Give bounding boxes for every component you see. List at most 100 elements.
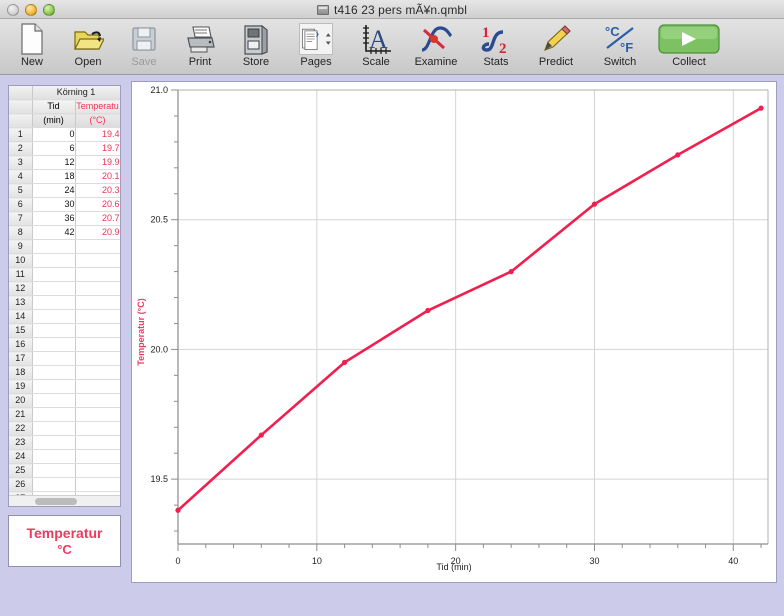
- cell-tid[interactable]: [32, 393, 76, 408]
- toolbar-button-collect[interactable]: Collect: [652, 22, 726, 74]
- toolbar-button-open[interactable]: Open: [60, 22, 116, 74]
- cell-temperatur[interactable]: [75, 365, 120, 380]
- cell-temperatur[interactable]: 20.7: [75, 211, 120, 226]
- cell-temperatur[interactable]: 19.4: [75, 127, 120, 142]
- table-row[interactable]: 8 42 20.9: [9, 225, 120, 240]
- table-row[interactable]: 20: [9, 393, 120, 408]
- table-row[interactable]: 10: [9, 253, 120, 268]
- table-row[interactable]: 3 12 19.9: [9, 155, 120, 170]
- table-row[interactable]: 17: [9, 351, 120, 366]
- cell-tid[interactable]: [32, 281, 76, 296]
- toolbar-button-new[interactable]: New: [4, 22, 60, 74]
- table-row[interactable]: 1 0 19.4: [9, 127, 120, 142]
- column-header-tid[interactable]: Tid: [32, 99, 76, 114]
- table-row[interactable]: 14: [9, 309, 120, 324]
- temperature-line-chart[interactable]: 0 10 20 30 4019.520.020.521.0 Tid (min) Temp…: [132, 82, 776, 582]
- cell-temperatur[interactable]: [75, 449, 120, 464]
- cell-tid[interactable]: [32, 463, 76, 478]
- cell-tid[interactable]: [32, 323, 76, 338]
- toolbar-button-save[interactable]: Save: [116, 22, 172, 74]
- cell-tid[interactable]: [32, 449, 76, 464]
- table-row[interactable]: 5 24 20.3: [9, 183, 120, 198]
- cell-tid[interactable]: 42: [32, 225, 76, 240]
- table-row[interactable]: 24: [9, 449, 120, 464]
- cell-temperatur[interactable]: 20.6: [75, 197, 120, 212]
- data-point[interactable]: [341, 359, 348, 365]
- table-row[interactable]: 26: [9, 477, 120, 492]
- cell-temperatur[interactable]: 20.3: [75, 183, 120, 198]
- data-point[interactable]: [675, 152, 681, 158]
- cell-temperatur[interactable]: [75, 379, 120, 394]
- cell-tid[interactable]: [32, 477, 76, 492]
- graph-panel[interactable]: 0 10 20 30 40 19.5 20.0 20.5 21.0 Tid (min) Temp…: [131, 81, 777, 583]
- toolbar-button-print[interactable]: Print: [172, 22, 228, 74]
- cell-temperatur[interactable]: [75, 435, 120, 450]
- data-point[interactable]: [425, 307, 431, 314]
- cell-tid[interactable]: 6: [32, 141, 76, 156]
- cell-tid[interactable]: 18: [32, 169, 76, 184]
- table-row[interactable]: 21: [9, 407, 120, 422]
- cell-tid[interactable]: [32, 253, 76, 268]
- cell-temperatur[interactable]: [75, 253, 120, 268]
- cell-temperatur[interactable]: [75, 323, 120, 338]
- cell-temperatur[interactable]: [75, 463, 120, 478]
- cell-temperatur[interactable]: [75, 393, 120, 408]
- cell-tid[interactable]: [32, 407, 76, 422]
- toolbar-button-stats[interactable]: 1 2 Stats: [468, 22, 524, 74]
- temperature-meter[interactable]: Temperatur °C: [8, 515, 121, 567]
- cell-temperatur[interactable]: [75, 421, 120, 436]
- table-row[interactable]: 12: [9, 281, 120, 296]
- cell-tid[interactable]: [32, 295, 76, 310]
- cell-tid[interactable]: 24: [32, 183, 76, 198]
- table-row[interactable]: 2 6 19.7: [9, 141, 120, 156]
- table-row[interactable]: 13: [9, 295, 120, 310]
- data-point[interactable]: [758, 105, 764, 111]
- cell-tid[interactable]: [32, 239, 76, 254]
- table-row[interactable]: 19: [9, 379, 120, 394]
- cell-temperatur[interactable]: [75, 309, 120, 324]
- cell-tid[interactable]: [32, 309, 76, 324]
- table-row[interactable]: 11: [9, 267, 120, 282]
- cell-tid[interactable]: [32, 435, 76, 450]
- cell-temperatur[interactable]: [75, 351, 120, 366]
- toolbar-button-examine[interactable]: Examine: [404, 22, 468, 74]
- table-row[interactable]: 6 30 20.6: [9, 197, 120, 212]
- data-point[interactable]: [508, 269, 514, 275]
- cell-temperatur[interactable]: [75, 477, 120, 492]
- table-row[interactable]: 22: [9, 421, 120, 436]
- cell-temperatur[interactable]: [75, 337, 120, 352]
- cell-tid[interactable]: [32, 421, 76, 436]
- toolbar-button-predict[interactable]: Predict: [524, 22, 588, 74]
- cell-tid[interactable]: [32, 365, 76, 380]
- cell-temperatur[interactable]: [75, 239, 120, 254]
- cell-tid[interactable]: [32, 267, 76, 282]
- cell-temperatur[interactable]: 19.9: [75, 155, 120, 170]
- cell-temperatur[interactable]: [75, 295, 120, 310]
- cell-temperatur[interactable]: [75, 281, 120, 296]
- table-row[interactable]: 15: [9, 323, 120, 338]
- table-row[interactable]: 25: [9, 463, 120, 478]
- data-point[interactable]: [258, 432, 264, 438]
- table-row[interactable]: 7 36 20.7: [9, 211, 120, 226]
- cell-tid[interactable]: [32, 351, 76, 366]
- cell-tid[interactable]: 0: [32, 127, 76, 142]
- cell-tid[interactable]: 12: [32, 155, 76, 170]
- data-point[interactable]: [175, 507, 181, 513]
- table-row[interactable]: 4 18 20.1: [9, 169, 120, 184]
- table-row[interactable]: 23: [9, 435, 120, 450]
- cell-tid[interactable]: [32, 337, 76, 352]
- cell-temperatur[interactable]: 19.7: [75, 141, 120, 156]
- cell-tid[interactable]: [32, 379, 76, 394]
- table-row[interactable]: 9: [9, 239, 120, 254]
- data-point[interactable]: [591, 201, 598, 207]
- toolbar-button-switch[interactable]: °C °F Switch: [588, 22, 652, 74]
- toolbar-button-scale[interactable]: A Scale: [348, 22, 404, 74]
- table-row[interactable]: 16: [9, 337, 120, 352]
- table-horizontal-scrollbar[interactable]: [9, 495, 120, 506]
- toolbar-button-store[interactable]: Store: [228, 22, 284, 74]
- cell-temperatur[interactable]: [75, 407, 120, 422]
- cell-temperatur[interactable]: 20.1: [75, 169, 120, 184]
- cell-temperatur[interactable]: 20.9: [75, 225, 120, 240]
- column-header-temperatur[interactable]: Temperatu: [75, 99, 120, 114]
- cell-temperatur[interactable]: [75, 267, 120, 282]
